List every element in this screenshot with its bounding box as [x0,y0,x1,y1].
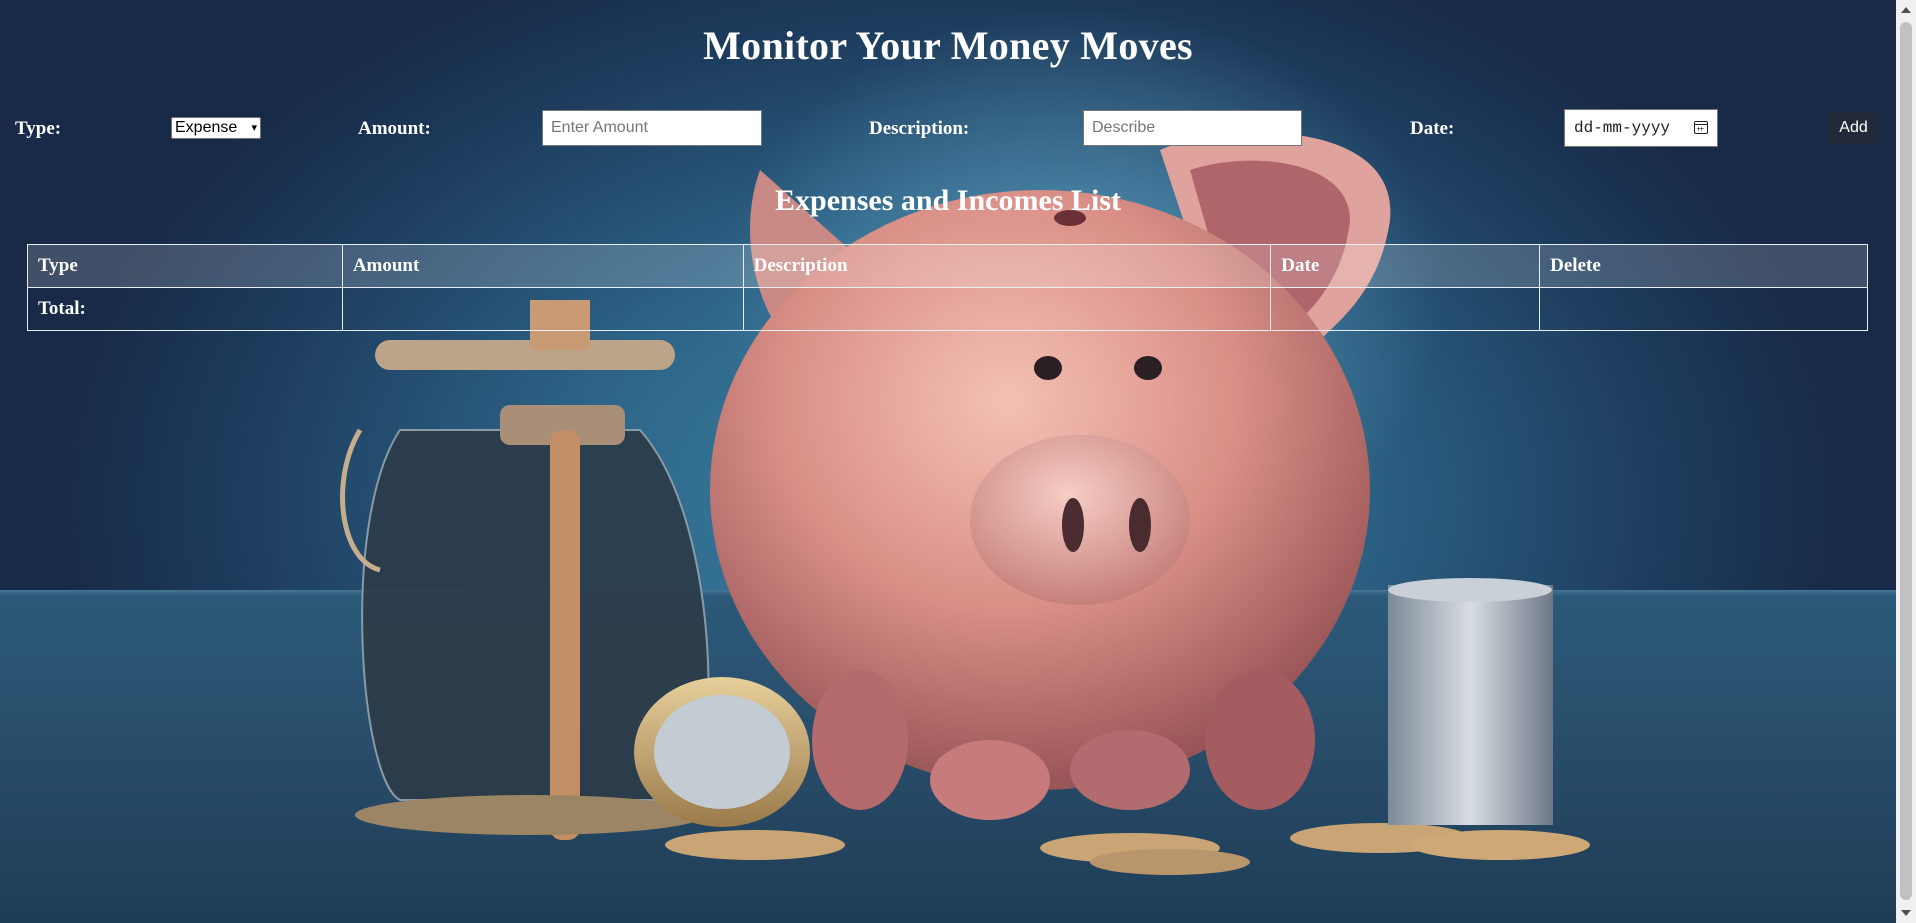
total-amount-cell [341,287,744,331]
table-header-row: Type Amount Description Date Delete [27,244,1868,288]
scroll-up-arrow-icon[interactable] [1901,7,1911,13]
total-description-cell [742,287,1272,331]
vertical-scrollbar[interactable] [1896,0,1916,923]
scroll-down-arrow-icon[interactable] [1901,910,1911,916]
description-label: Description: [869,118,970,139]
total-date-cell [1270,287,1541,331]
add-button[interactable]: Add [1827,112,1880,144]
type-label: Type: [15,118,62,139]
type-select-value: Expense [175,119,238,136]
description-input[interactable]: Describe [1083,110,1302,146]
chevron-down-icon: ▾ [251,122,257,134]
total-label: Total: [27,287,343,331]
total-row: Total: [27,287,1868,331]
column-header-date: Date [1270,244,1541,288]
column-header-type: Type [27,244,343,288]
description-placeholder: Describe [1092,119,1156,136]
calendar-icon[interactable] [1694,121,1708,134]
amount-label: Amount: [358,118,431,139]
transactions-table: Type Amount Description Date Delete Tota… [27,244,1868,331]
column-header-amount: Amount [341,244,744,288]
column-header-delete: Delete [1539,244,1868,288]
entry-form: Type: Expense ▾ Amount: Enter Amount Des… [0,108,1896,148]
amount-input[interactable]: Enter Amount [542,110,762,146]
page-background: Monitor Your Money Moves Type: Expense ▾… [0,0,1916,923]
floor-surface [0,590,1916,923]
column-header-description: Description [742,244,1272,288]
total-delete-cell [1539,287,1868,331]
scrollbar-thumb[interactable] [1900,22,1912,900]
date-label: Date: [1410,118,1455,139]
date-input[interactable]: dd-mm-yyyy [1564,109,1718,147]
list-title: Expenses and Incomes List [775,184,1121,217]
amount-placeholder: Enter Amount [551,119,648,136]
date-placeholder: dd-mm-yyyy [1574,119,1671,137]
page-title: Monitor Your Money Moves [703,23,1193,68]
type-select[interactable]: Expense ▾ [171,117,261,139]
